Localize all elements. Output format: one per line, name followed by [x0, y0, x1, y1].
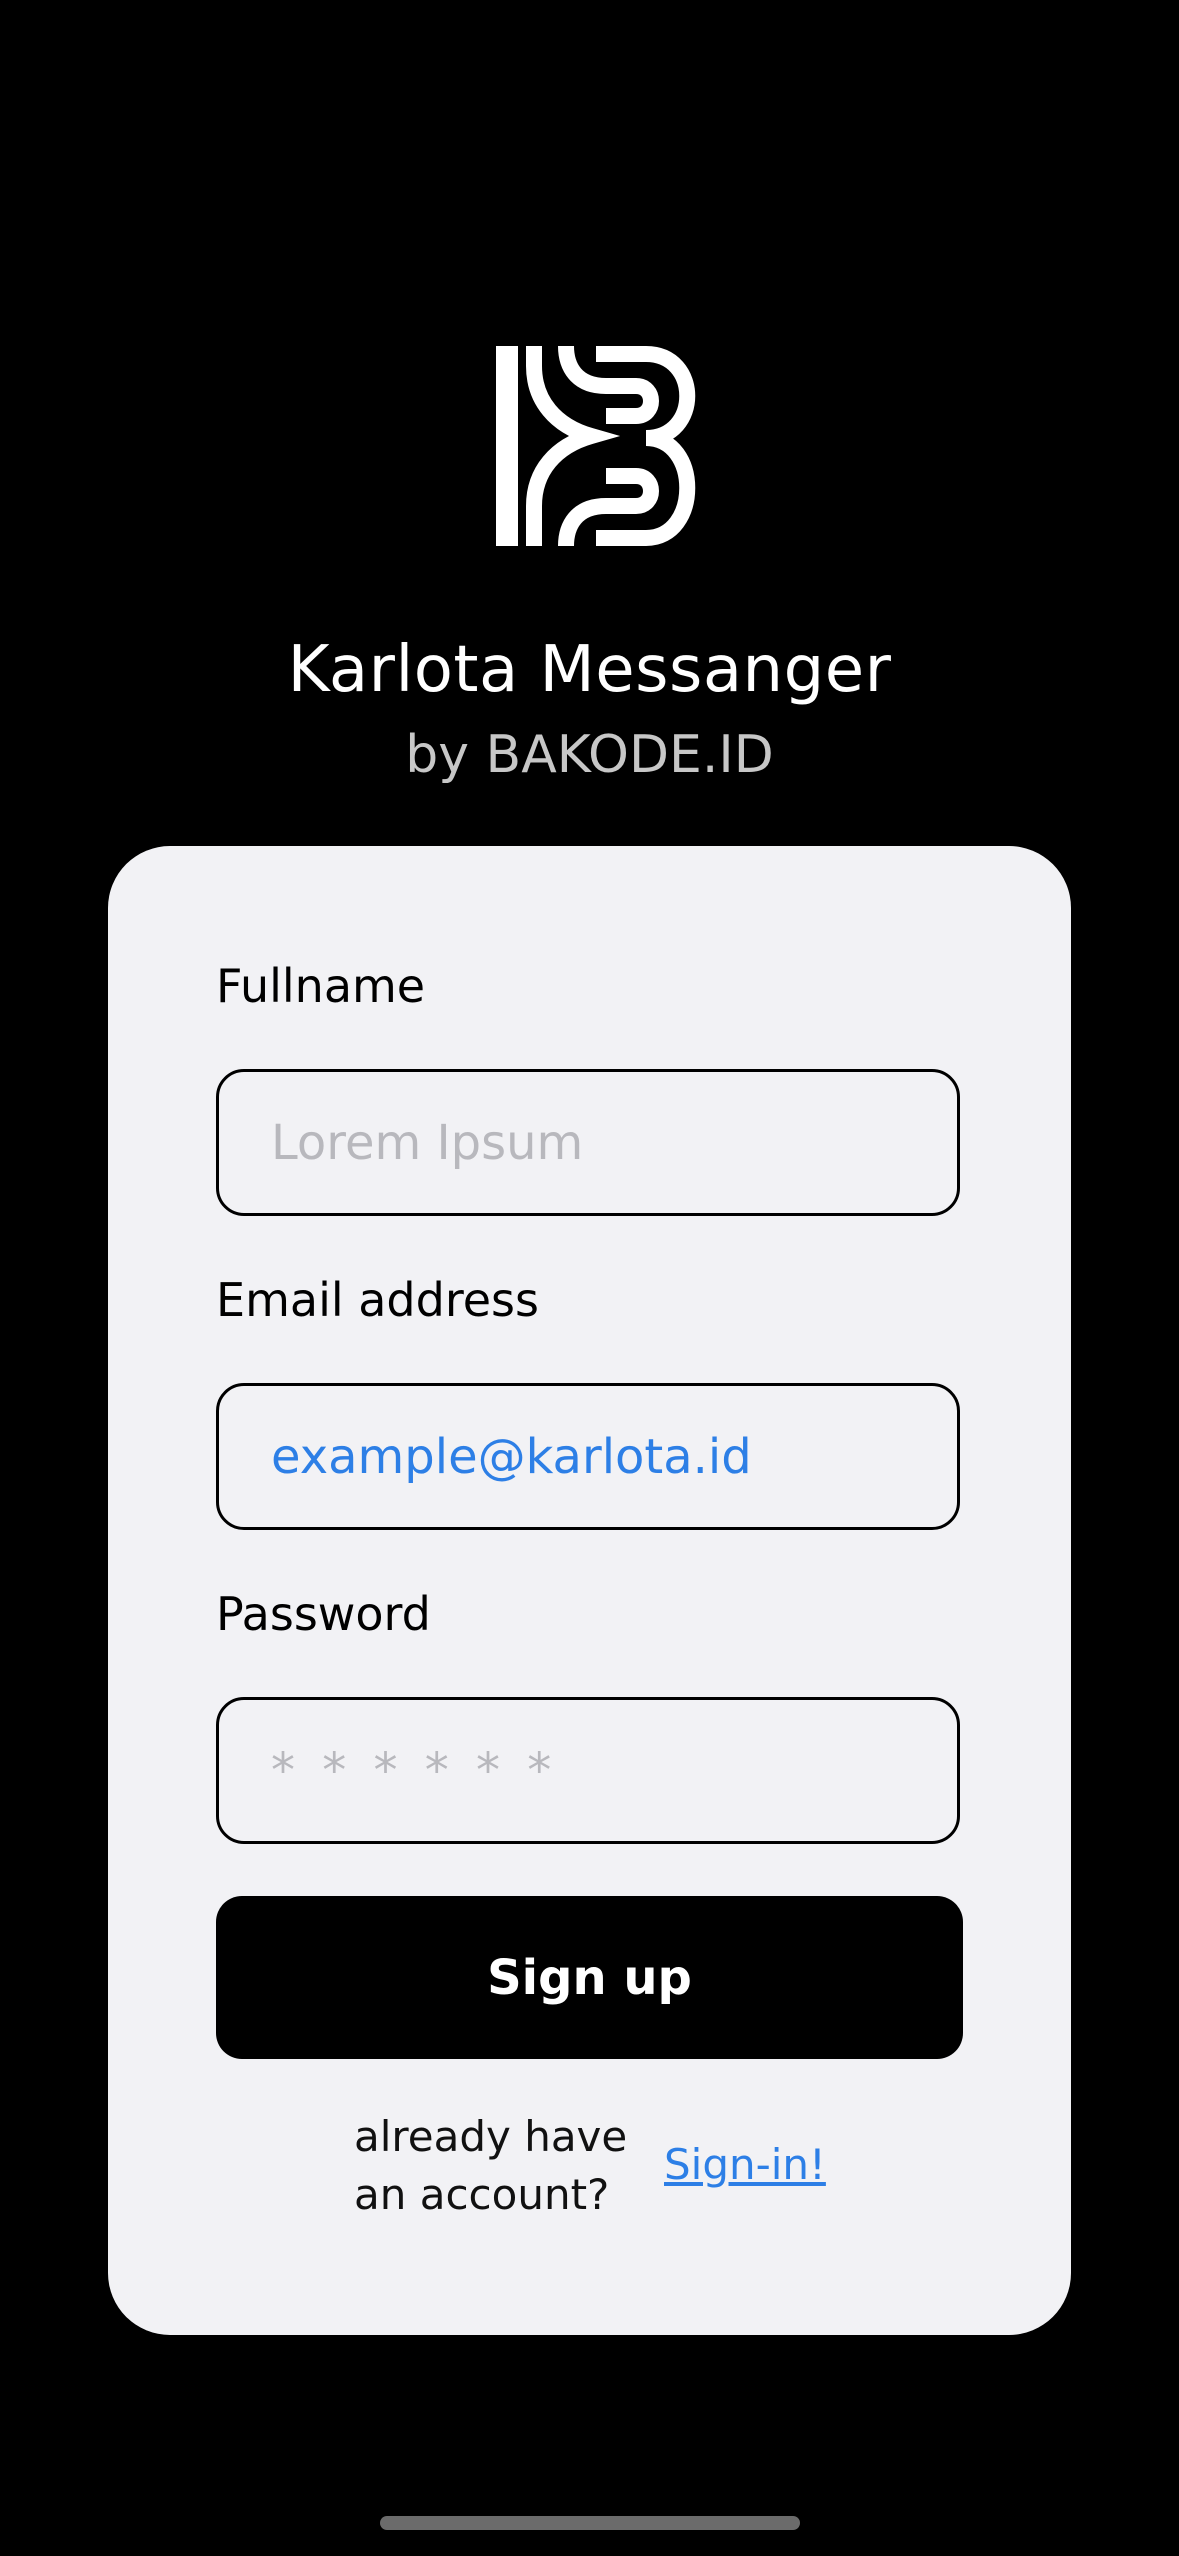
home-indicator[interactable]: [380, 2516, 800, 2530]
password-label: Password: [216, 1587, 431, 1641]
signup-screen: Karlota Messanger by BAKODE.ID Fullname …: [0, 0, 1179, 2556]
fullname-input[interactable]: [271, 1072, 931, 1213]
fullname-field-box: [216, 1069, 960, 1216]
email-field-box: [216, 1383, 960, 1530]
signin-link[interactable]: Sign-in!: [664, 2136, 826, 2194]
password-field-box: [216, 1697, 960, 1844]
password-input[interactable]: [271, 1700, 931, 1841]
bakode-logo-icon: [496, 346, 696, 546]
already-have-account-text: already have an account?: [354, 2108, 654, 2224]
app-title: Karlota Messanger: [287, 633, 892, 707]
email-label: Email address: [216, 1273, 539, 1327]
email-input[interactable]: [271, 1386, 931, 1527]
signup-card: Fullname Email address Password Sign up …: [108, 846, 1071, 2335]
already-text-line1: already have: [354, 2112, 628, 2161]
signup-button[interactable]: Sign up: [216, 1896, 963, 2059]
already-text-line2: an account?: [354, 2170, 610, 2219]
fullname-label: Fullname: [216, 959, 426, 1013]
app-subtitle: by BAKODE.ID: [405, 725, 774, 785]
